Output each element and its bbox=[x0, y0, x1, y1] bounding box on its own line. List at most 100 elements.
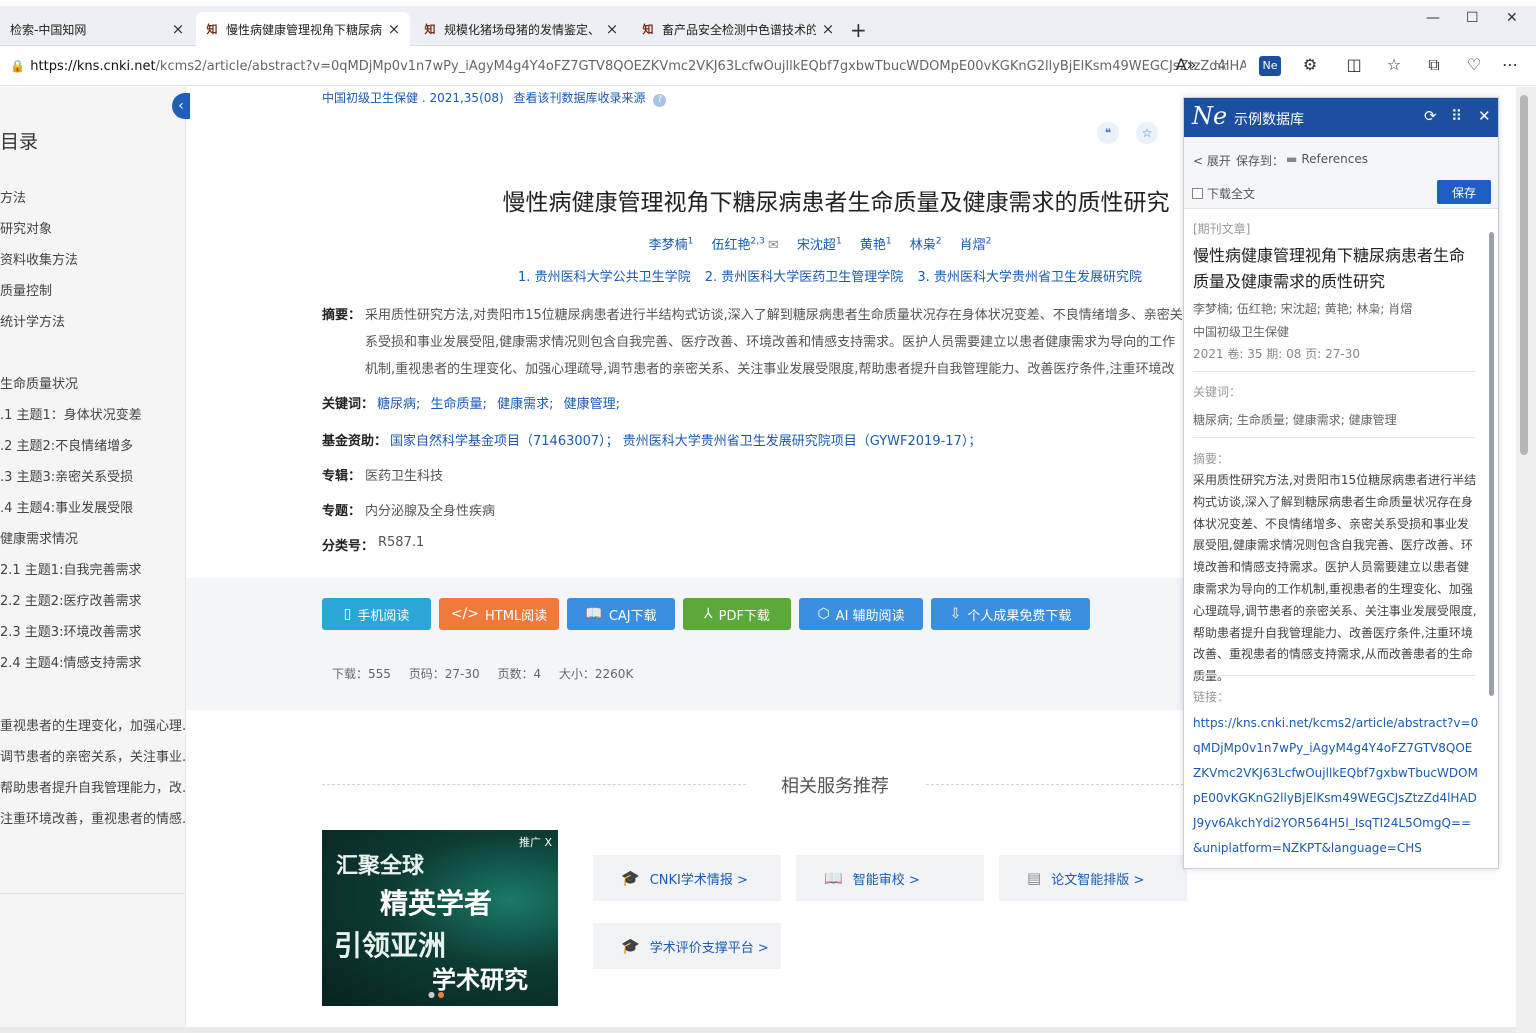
affiliation-link[interactable]: 2. 贵州医科大学医药卫生管理学院 bbox=[705, 270, 904, 285]
favorites-icon[interactable]: ☆ bbox=[1383, 55, 1405, 74]
toc-item[interactable]: 研究对象 bbox=[0, 218, 185, 237]
abstract-text: 采用质性研究方法,对贵阳市15位糖尿病患者进行半结构式访谈,深入了解到糖尿病患者… bbox=[365, 308, 1183, 377]
toc-item[interactable]: 2.1 主题1:自我完善需求 bbox=[0, 559, 185, 578]
panel-link[interactable]: https://kns.cnki.net/kcms2/article/abstr… bbox=[1193, 711, 1480, 861]
close-ad-icon[interactable]: 推广 X bbox=[519, 834, 552, 850]
download-count: 下载：555 bbox=[332, 667, 391, 681]
download-stats: 下载：555 页码：27-30 页数：4 大小：2260K bbox=[332, 665, 647, 682]
topic-value: 内分泌腺及全身性疾病 bbox=[365, 504, 496, 519]
folder-select[interactable]: ▬ References bbox=[1286, 152, 1368, 166]
personal-download-button[interactable]: ⇩ 个人成果免费下载 bbox=[931, 598, 1090, 630]
download-fulltext-checkbox[interactable]: 下载全文 bbox=[1192, 185, 1255, 202]
author-link[interactable]: 林枭2 bbox=[910, 237, 942, 253]
toc-item[interactable]: 注重环境改善，重视患者的情感... bbox=[0, 808, 185, 827]
toc-item[interactable]: 帮助患者提升自我管理能力，改... bbox=[0, 777, 185, 796]
page-scrollbar[interactable] bbox=[1516, 87, 1536, 1033]
extension-ne-icon[interactable]: Ne bbox=[1259, 56, 1281, 76]
favorite-star-icon[interactable]: ☆ bbox=[1211, 55, 1233, 74]
ad-text: 学术研究 bbox=[432, 966, 528, 994]
panel-title: 慢性病健康管理视角下糖尿病患者生命质量及健康需求的质性研究 bbox=[1193, 246, 1466, 291]
toc-item[interactable]: 2.4 主题4:情感支持需求 bbox=[0, 652, 185, 671]
tab-title: 慢性病健康管理视角下糖尿病患者 bbox=[226, 22, 382, 37]
extensions-icon[interactable]: ⚙ bbox=[1299, 55, 1321, 74]
new-tab-icon[interactable]: + bbox=[850, 18, 867, 42]
service-typeset[interactable]: ▤ 论文智能排版 > bbox=[999, 855, 1187, 901]
author-link[interactable]: 伍红艳2,3 ✉ bbox=[712, 237, 779, 253]
author-link[interactable]: 肖熠2 bbox=[960, 237, 992, 253]
journal-name[interactable]: 中国初级卫生保健 . 2021,35(08) bbox=[322, 91, 504, 105]
favorite-icon[interactable]: ☆ bbox=[1136, 122, 1158, 144]
panel-scrollbar[interactable] bbox=[1487, 218, 1495, 858]
url-field[interactable]: 🔒 https://kns.cnki.net /kcms2/article/ab… bbox=[6, 51, 1246, 81]
author-link[interactable]: 黄艳1 bbox=[860, 237, 892, 253]
toc-item[interactable]: 2.2 主题2:医疗改善需求 bbox=[0, 590, 185, 609]
toc-item[interactable]: .3 主题3:亲密关系受损 bbox=[0, 466, 185, 485]
page-scroll-thumb[interactable] bbox=[1520, 95, 1528, 455]
panel-volinfo: 2021 卷: 35 期: 08 页: 27-30 bbox=[1193, 347, 1360, 361]
toc-item[interactable]: 生命质量状况 bbox=[0, 373, 185, 392]
apps-grid-icon[interactable]: ⠿ bbox=[1451, 107, 1462, 125]
toc-item[interactable]: 质量控制 bbox=[0, 280, 185, 299]
browser-tab[interactable]: 知 畜产品安全检测中色谱技术的应用 × bbox=[632, 12, 844, 46]
keyword-link[interactable]: 生命质量; bbox=[431, 397, 487, 412]
pdf-download-button[interactable]: ⅄ PDF下载 bbox=[683, 598, 791, 630]
divider bbox=[926, 784, 1184, 785]
close-tab-icon[interactable]: × bbox=[820, 20, 836, 38]
toc-item[interactable]: .4 主题4:事业发展受限 bbox=[0, 497, 185, 516]
caj-download-button[interactable]: 📖 CAJ下载 bbox=[567, 598, 675, 630]
toc-item[interactable]: 统计学方法 bbox=[0, 311, 185, 330]
help-icon[interactable]: ? bbox=[653, 94, 667, 107]
promo-banner[interactable]: 推广 X 汇聚全球 精英学者 引领亚洲 学术研究 ● ● bbox=[322, 830, 558, 1006]
close-window-icon[interactable]: ✕ bbox=[1506, 10, 1518, 26]
browser-essentials-icon[interactable]: ♡ bbox=[1463, 55, 1485, 74]
panel-library-name[interactable]: 示例数据库 bbox=[1234, 109, 1304, 129]
minimize-icon[interactable]: — bbox=[1426, 10, 1440, 26]
service-evaluation[interactable]: 🎓 学术评价支撑平台 > bbox=[593, 923, 781, 969]
keyword-link[interactable]: 健康需求; bbox=[497, 397, 553, 412]
toc-item[interactable]: .1 主题1：身体状况变差 bbox=[0, 404, 185, 423]
html-read-button[interactable]: </> HTML阅读 bbox=[439, 598, 559, 630]
service-cnki-intel[interactable]: 🎓 CNKI学术情报 > bbox=[593, 855, 781, 901]
browser-tab-active[interactable]: 知 慢性病健康管理视角下糖尿病患者 × bbox=[196, 12, 410, 46]
panel-scroll-thumb[interactable] bbox=[1489, 232, 1494, 696]
toc-item[interactable]: 重视患者的生理变化，加强心理... bbox=[0, 715, 185, 734]
maximize-icon[interactable]: ☐ bbox=[1466, 10, 1479, 26]
read-aloud-icon[interactable]: A» bbox=[1175, 55, 1197, 74]
affiliation-link[interactable]: 1. 贵州医科大学公共卫生学院 bbox=[518, 270, 691, 285]
class-label: 分类号： bbox=[322, 539, 375, 554]
ai-assist-button[interactable]: ⬡ AI 辅助阅读 bbox=[799, 598, 923, 630]
cite-icon[interactable]: ❝ bbox=[1097, 122, 1119, 144]
mobile-read-button[interactable]: ▯ 手机阅读 bbox=[322, 598, 431, 630]
close-tab-icon[interactable]: × bbox=[386, 20, 402, 38]
close-tab-icon[interactable]: × bbox=[170, 20, 186, 38]
collections-icon[interactable]: ⧉ bbox=[1423, 55, 1445, 75]
author-link[interactable]: 宋沈超1 bbox=[797, 237, 842, 253]
cnki-favicon-icon: 知 bbox=[206, 23, 218, 36]
refresh-icon[interactable]: ⟳ bbox=[1424, 107, 1437, 125]
toc-item[interactable]: 方法 bbox=[0, 187, 185, 206]
series-label: 专辑： bbox=[322, 469, 362, 484]
toc-item[interactable]: .2 主题2:不良情绪增多 bbox=[0, 435, 185, 454]
keywords-label: 关键词： bbox=[322, 397, 375, 412]
split-screen-icon[interactable]: ◫ bbox=[1343, 55, 1365, 74]
more-menu-icon[interactable]: ⋯ bbox=[1499, 55, 1521, 74]
service-proofread[interactable]: 📖 智能审校 > bbox=[796, 855, 984, 901]
keyword-link[interactable]: 健康管理; bbox=[564, 397, 620, 412]
keyword-link[interactable]: 糖尿病; bbox=[377, 397, 420, 412]
journal-source-link[interactable]: 查看该刊数据库收录来源 bbox=[514, 91, 646, 105]
expand-button[interactable]: < 展开 bbox=[1193, 152, 1231, 169]
fund-text[interactable]: 国家自然科学基金项目（71463007）； 贵州医科大学贵州省卫生发展研究院项目… bbox=[390, 430, 981, 449]
carousel-dots[interactable]: ● ● bbox=[428, 990, 445, 999]
browser-tab[interactable]: 知 规模化猪场母猪的发情鉴定、配种 × bbox=[414, 12, 628, 46]
close-tab-icon[interactable]: × bbox=[604, 20, 620, 38]
toc-title: 目录 bbox=[0, 131, 39, 153]
toc-item[interactable]: 健康需求情况 bbox=[0, 528, 185, 547]
save-button[interactable]: 保存 bbox=[1437, 180, 1491, 204]
toc-item[interactable]: 调节患者的亲密关系，关注事业... bbox=[0, 746, 185, 765]
close-panel-icon[interactable]: ✕ bbox=[1478, 107, 1491, 125]
toc-item[interactable]: 资料收集方法 bbox=[0, 249, 185, 268]
affiliation-link[interactable]: 3. 贵州医科大学贵州省卫生发展研究院 bbox=[917, 270, 1142, 285]
browser-tab[interactable]: 检索-中国知网 × bbox=[2, 12, 194, 46]
toc-item[interactable]: 2.3 主题3:环境改善需求 bbox=[0, 621, 185, 640]
author-link[interactable]: 李梦楠1 bbox=[649, 237, 694, 253]
